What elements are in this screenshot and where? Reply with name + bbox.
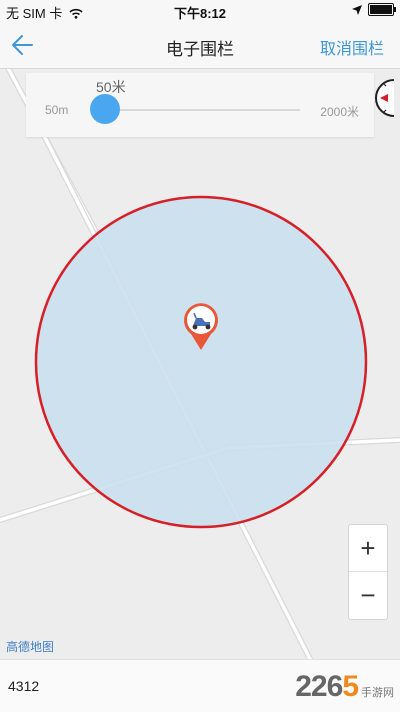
cancel-fence-button[interactable]: 取消围栏 (320, 35, 384, 59)
battery-icon (368, 3, 396, 16)
zoom-controls: + − (348, 524, 388, 620)
nav-bar: 电子围栏 取消围栏 (0, 22, 400, 69)
watermark-site: 手游网 (361, 687, 394, 699)
zoom-out-button[interactable]: − (349, 572, 387, 618)
map-view[interactable] (0, 69, 400, 659)
radius-min-label: 50m (45, 103, 69, 117)
watermark: 2265 手游网 (295, 670, 394, 704)
device-code: 4312 (8, 678, 40, 694)
zoom-in-button[interactable]: + (349, 525, 387, 572)
radius-slider-track[interactable] (104, 109, 300, 111)
bottom-bar: 4312 2265 手游网 (0, 659, 400, 712)
map-canvas (0, 69, 400, 659)
status-bar: 无 SIM 卡 下午8:12 (0, 0, 400, 22)
location-arrow-icon (352, 4, 362, 15)
geofence-circle (34, 195, 368, 529)
amap-logo: 高德地图 (6, 640, 55, 654)
status-right (352, 3, 396, 16)
watermark-number-text: 226 (295, 670, 343, 703)
radius-max-label: 2000米 (320, 105, 359, 119)
radius-slider-panel: 50米 50m 2000米 (26, 73, 374, 137)
watermark-number-accent: 5 (342, 670, 359, 703)
watermark-number: 2265 (295, 670, 359, 704)
compass-icon[interactable] (374, 78, 396, 118)
status-time: 下午8:12 (173, 6, 227, 21)
radius-slider-thumb[interactable] (90, 94, 120, 124)
